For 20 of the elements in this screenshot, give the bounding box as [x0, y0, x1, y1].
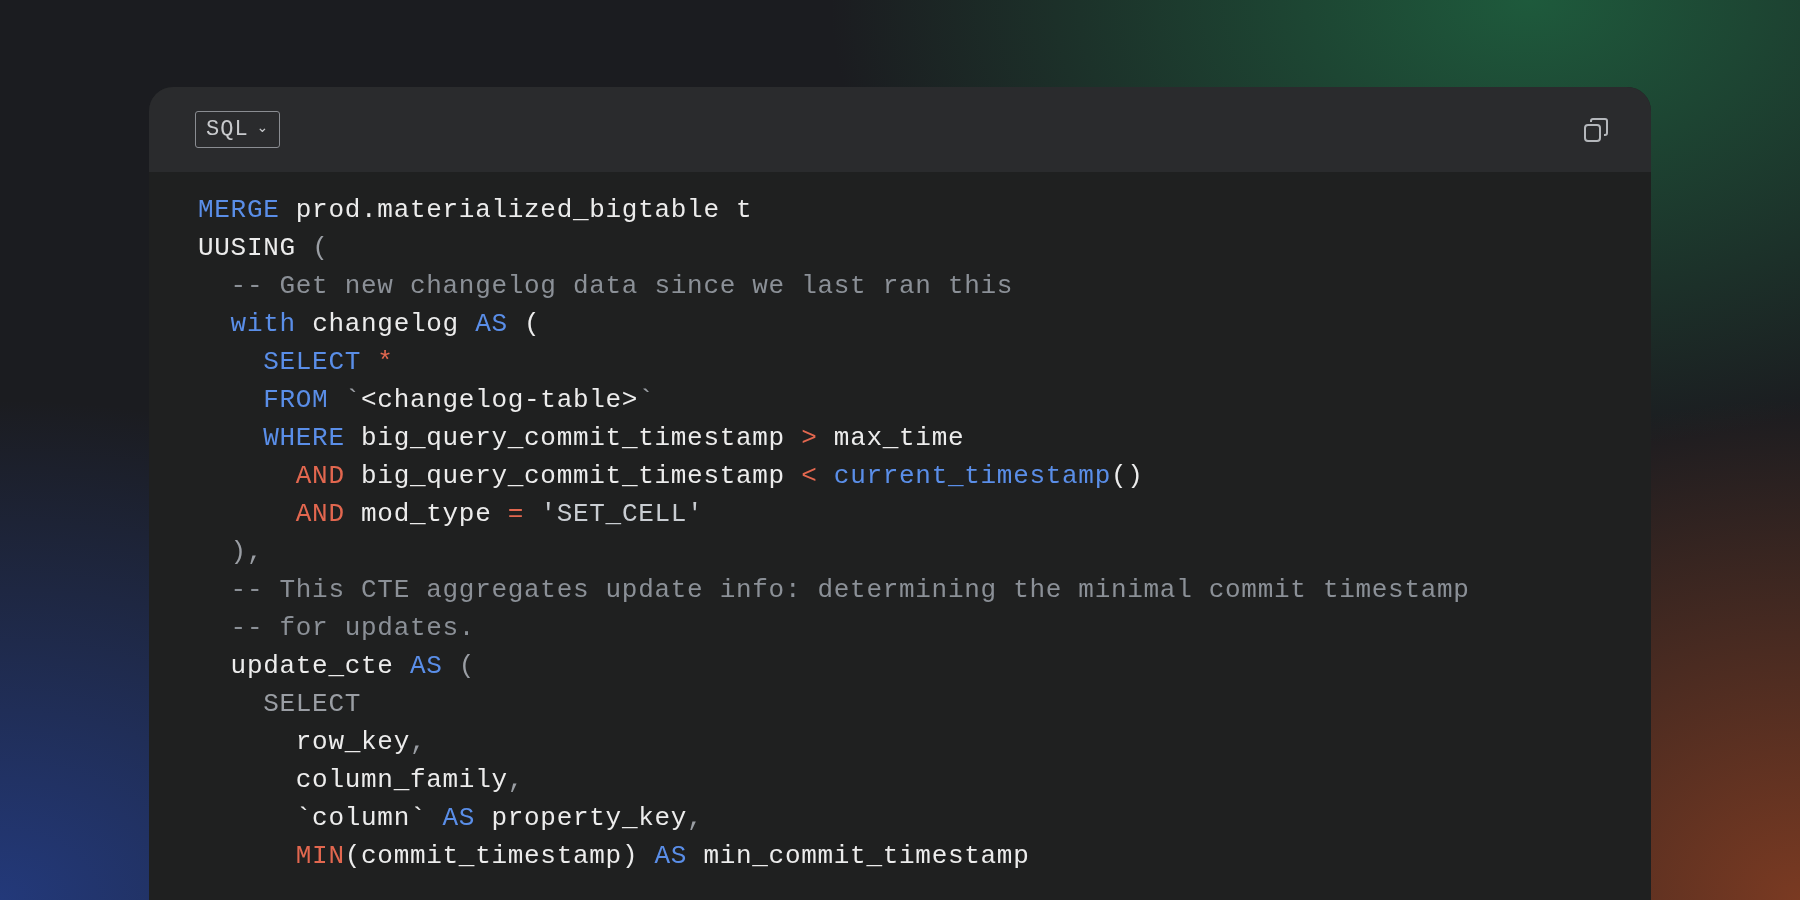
copy-icon[interactable] — [1583, 116, 1609, 143]
code-line: `column` AS property_key, — [294, 802, 704, 835]
code-line: -- for updates. — [229, 612, 476, 645]
code-line: AND big_query_commit_timestamp < current_timestamp() — [294, 460, 1144, 493]
code-line: SELECT — [262, 688, 362, 721]
code-line: -- This CTE aggregates update info: determining the minimal commit timestamp — [229, 574, 1470, 607]
code-line: row_key, — [294, 726, 427, 759]
code-line: -- Get new changelog data since we last ran this — [229, 270, 1014, 303]
code-line: FROM `<changelog-table>` — [262, 384, 655, 417]
code-line: MERGE prod.materialized_bigtable t — [198, 194, 753, 227]
code-line: UUSING ( — [198, 232, 329, 265]
code-line: SELECT * — [262, 346, 394, 379]
code-line: AND mod_type = 'SET_CELL' — [294, 498, 704, 531]
language-dropdown[interactable]: SQL ⌄ — [195, 111, 281, 148]
code-line: MIN(commit_timestamp) AS min_commit_timestamp — [294, 840, 1030, 873]
code-line: WHERE big_query_commit_timestamp > max_time — [262, 422, 965, 455]
code-line: ), — [229, 536, 264, 569]
code-line: with changelog AS ( — [229, 308, 541, 341]
code-line: column_family, — [294, 764, 525, 797]
code-line: update_cte AS ( — [229, 650, 476, 683]
